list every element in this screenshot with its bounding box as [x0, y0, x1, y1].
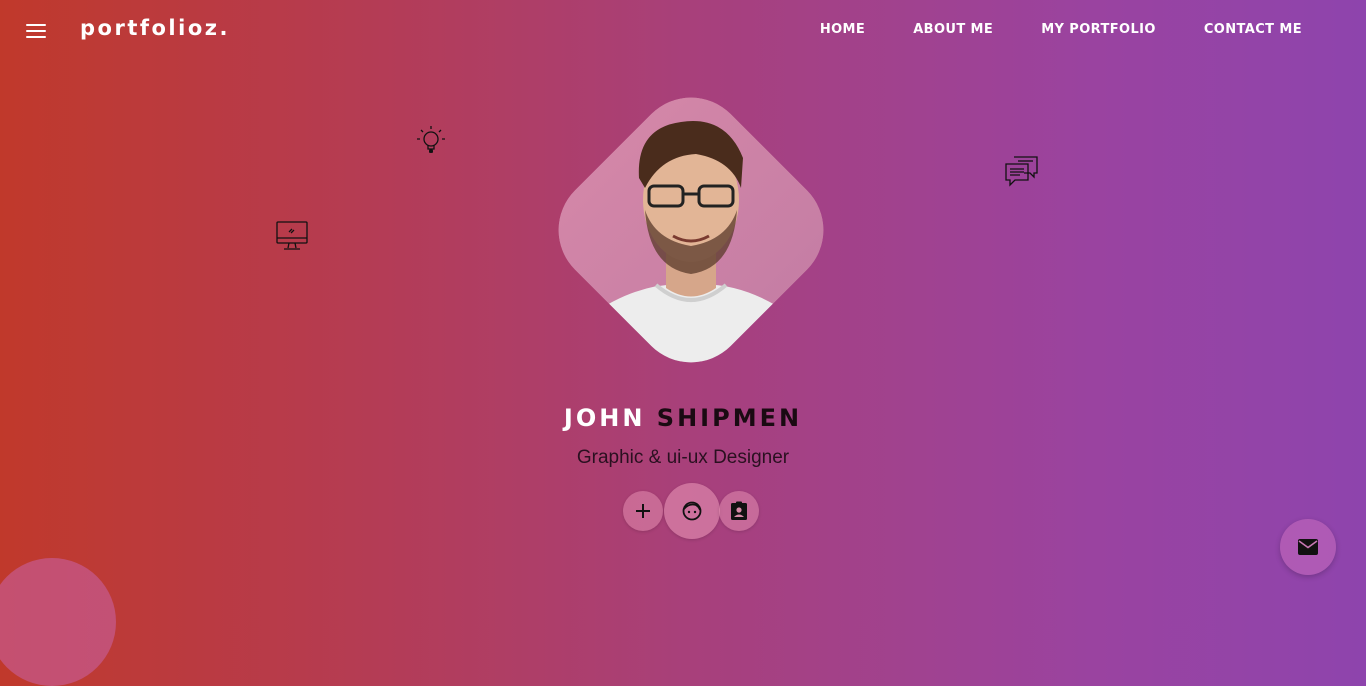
nav-my-portfolio[interactable]: MY PORTFOLIO	[1041, 22, 1156, 37]
profile-face-button[interactable]	[664, 483, 720, 539]
plus-button[interactable]	[623, 491, 663, 531]
main-nav: HOME ABOUT ME MY PORTFOLIO CONTACT ME	[820, 22, 1302, 37]
nav-home[interactable]: HOME	[820, 22, 865, 37]
lightbulb-icon	[417, 126, 445, 153]
hero-name: JOHN SHIPMEN	[0, 404, 1366, 432]
contact-card-button[interactable]	[719, 491, 759, 531]
nav-contact-me[interactable]: CONTACT ME	[1204, 22, 1302, 37]
profile-photo-frame	[535, 74, 847, 386]
contact-card-icon	[731, 501, 747, 520]
mail-icon	[1298, 539, 1318, 555]
plus-icon	[636, 504, 650, 518]
profile-photo	[535, 74, 847, 386]
decorative-circle	[0, 558, 116, 686]
hamburger-menu-icon	[26, 24, 46, 26]
mail-fab-button[interactable]	[1280, 519, 1336, 575]
menu-toggle-button[interactable]	[26, 24, 46, 40]
chat-bubbles-icon	[1005, 156, 1038, 187]
action-buttons	[623, 483, 763, 539]
face-icon	[682, 501, 702, 521]
site-logo[interactable]: portfolioz.	[80, 16, 230, 40]
first-name: JOHN	[563, 404, 646, 432]
last-name: SHIPMEN	[656, 404, 803, 432]
nav-about-me[interactable]: ABOUT ME	[913, 22, 993, 37]
hero-title: Graphic & ui-ux Designer	[576, 447, 790, 468]
desktop-monitor-icon	[276, 221, 308, 250]
